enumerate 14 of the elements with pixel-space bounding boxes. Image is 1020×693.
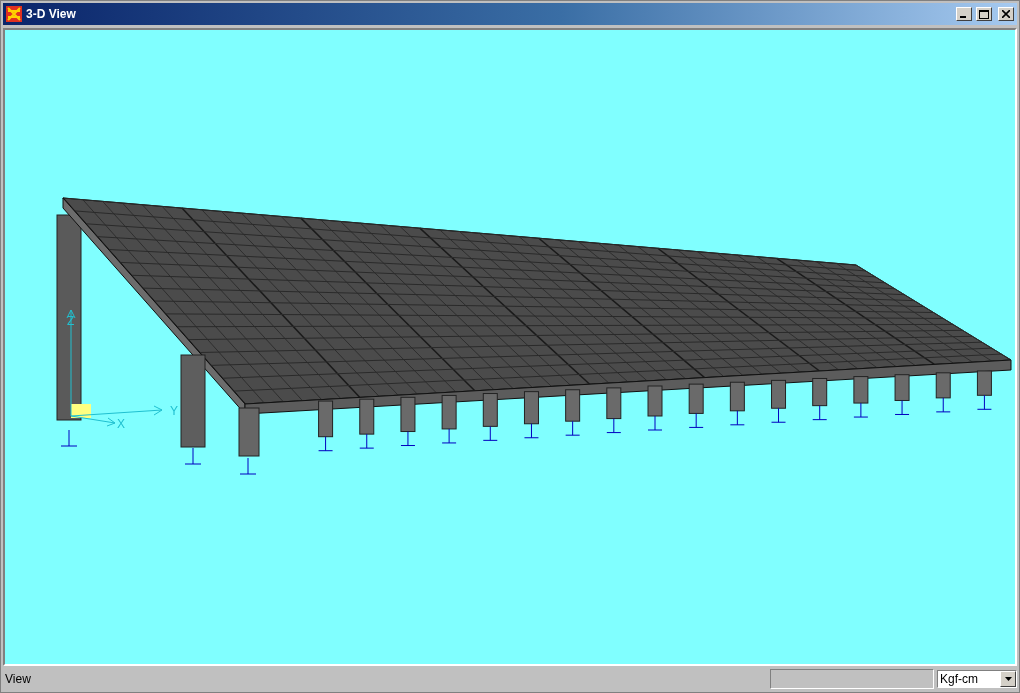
- units-dropdown[interactable]: Kgf-cm: [937, 670, 1017, 688]
- maximize-icon: [979, 9, 989, 19]
- caret-icon: [1004, 677, 1012, 681]
- window-title: 3-D View: [26, 7, 77, 21]
- close-icon: [1002, 10, 1010, 18]
- app-icon: [6, 6, 22, 22]
- axis-label: Y: [170, 404, 178, 418]
- axis-label: Z: [67, 314, 75, 328]
- axis-triad-icon: [66, 309, 163, 427]
- axis-label: X: [117, 417, 125, 431]
- close-button[interactable]: [998, 7, 1014, 21]
- status-message: View: [4, 672, 32, 686]
- minimize-button[interactable]: [956, 7, 972, 21]
- maximize-button[interactable]: [976, 7, 992, 21]
